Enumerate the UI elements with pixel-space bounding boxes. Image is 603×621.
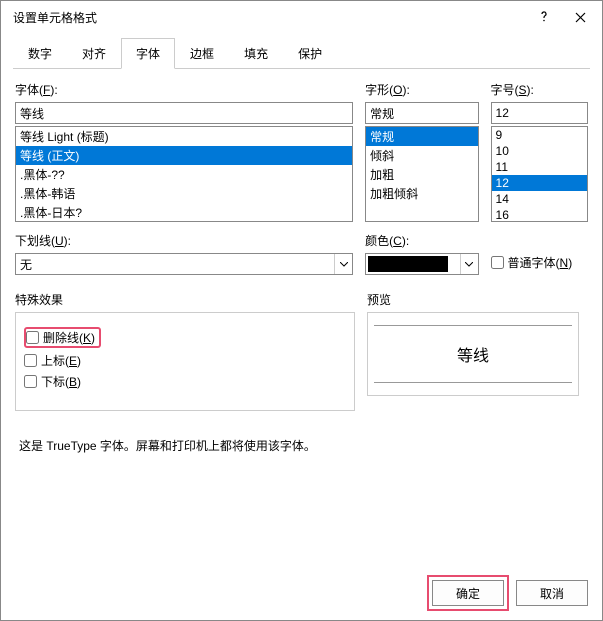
color-label: 颜色(C): <box>365 232 478 249</box>
underline-select[interactable]: 无 <box>15 253 353 275</box>
list-item[interactable]: 等线 Light (标题) <box>16 127 352 146</box>
size-listbox[interactable]: 9 10 11 12 14 16 <box>491 126 588 222</box>
normal-font-label: 普通字体(N) <box>508 254 573 271</box>
help-button[interactable] <box>526 3 562 31</box>
font-listbox[interactable]: 等线 Light (标题) 等线 (正文) .黑体-?? .黑体-韩语 .黑体-… <box>15 126 353 222</box>
effects-title: 特殊效果 <box>15 291 355 308</box>
dialog-content: 字体(F): 等线 Light (标题) 等线 (正文) .黑体-?? .黑体-… <box>1 69 602 466</box>
list-item[interactable]: 14 <box>492 191 587 207</box>
color-select[interactable] <box>365 253 478 275</box>
superscript-checkbox[interactable] <box>24 354 37 367</box>
list-item[interactable]: 常规 <box>366 127 477 146</box>
font-input[interactable] <box>15 102 353 124</box>
dialog-title: 设置单元格格式 <box>13 9 526 26</box>
preview-text: 等线 <box>374 325 572 383</box>
list-item[interactable]: 10 <box>492 143 587 159</box>
list-item[interactable]: 11 <box>492 159 587 175</box>
normal-font-checkbox[interactable]: 普通字体(N) <box>491 254 588 271</box>
subscript-checkbox[interactable] <box>24 375 37 388</box>
cancel-button[interactable]: 取消 <box>516 580 588 606</box>
normal-font-input[interactable] <box>491 256 504 269</box>
superscript-row[interactable]: 上标(E) <box>24 352 346 369</box>
chevron-down-icon[interactable] <box>334 254 352 274</box>
list-item[interactable]: 倾斜 <box>366 146 477 165</box>
list-item[interactable]: .黑体-?? <box>16 165 352 184</box>
close-button[interactable] <box>562 3 598 31</box>
style-label: 字形(O): <box>365 81 478 98</box>
list-item[interactable]: 加粗倾斜 <box>366 184 477 203</box>
list-item[interactable]: 16 <box>492 207 587 222</box>
size-label: 字号(S): <box>491 81 588 98</box>
strikethrough-label: 删除线(K) <box>43 329 95 346</box>
style-input[interactable] <box>365 102 478 124</box>
color-swatch <box>368 256 448 272</box>
style-listbox[interactable]: 常规 倾斜 加粗 加粗倾斜 <box>365 126 478 222</box>
list-item[interactable]: 等线 (正文) <box>16 146 352 165</box>
strikethrough-highlight: 删除线(K) <box>24 327 101 348</box>
info-text: 这是 TrueType 字体。屏幕和打印机上都将使用该字体。 <box>19 437 588 454</box>
strikethrough-checkbox[interactable] <box>26 331 39 344</box>
subscript-label: 下标(B) <box>41 373 81 390</box>
list-item[interactable]: 12 <box>492 175 587 191</box>
tab-protect[interactable]: 保护 <box>283 38 337 69</box>
effects-group: 删除线(K) 上标(E) 下标(B) <box>15 312 355 411</box>
list-item[interactable]: .黑体-韩语 <box>16 184 352 203</box>
tab-align[interactable]: 对齐 <box>67 38 121 69</box>
tab-fill[interactable]: 填充 <box>229 38 283 69</box>
underline-value: 无 <box>16 254 334 274</box>
preview-title: 预览 <box>367 291 588 308</box>
preview-box: 等线 <box>367 312 579 396</box>
superscript-label: 上标(E) <box>41 352 81 369</box>
list-item[interactable]: .黑体-日本? <box>16 203 352 222</box>
tab-border[interactable]: 边框 <box>175 38 229 69</box>
tab-font[interactable]: 字体 <box>121 38 175 69</box>
chevron-down-icon[interactable] <box>460 254 478 274</box>
dialog-buttons: 确定 取消 <box>432 580 588 606</box>
subscript-row[interactable]: 下标(B) <box>24 373 346 390</box>
list-item[interactable]: 9 <box>492 127 587 143</box>
tab-strip: 数字 对齐 字体 边框 填充 保护 <box>13 37 590 69</box>
size-input[interactable] <box>491 102 588 124</box>
underline-label: 下划线(U): <box>15 232 353 249</box>
tab-number[interactable]: 数字 <box>13 38 67 69</box>
font-label: 字体(F): <box>15 81 353 98</box>
titlebar: 设置单元格格式 <box>1 1 602 33</box>
ok-button[interactable]: 确定 <box>432 580 504 606</box>
list-item[interactable]: 加粗 <box>366 165 477 184</box>
